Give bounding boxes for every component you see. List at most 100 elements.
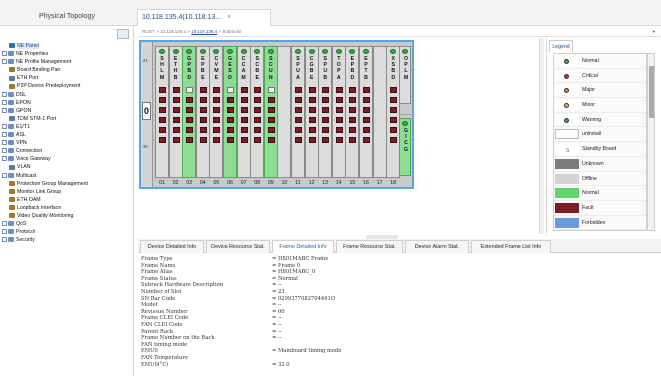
board-port[interactable] [267, 117, 275, 123]
tab-physical-topology[interactable]: Physical Topology [0, 8, 134, 26]
board-slot-08[interactable]: S C B E [250, 46, 265, 178]
close-icon[interactable]: × [227, 14, 231, 21]
breadcrumb-ip1[interactable]: 10.118.135.4 [160, 29, 186, 34]
board-slot-04[interactable]: E P B E [195, 46, 210, 178]
board-port[interactable] [186, 137, 194, 143]
expand-icon[interactable] [2, 51, 7, 57]
board-port[interactable] [335, 137, 343, 143]
board-port[interactable] [213, 137, 221, 143]
board-port[interactable] [363, 117, 370, 123]
board-port[interactable] [267, 127, 275, 133]
tree-item[interactable]: Security [0, 236, 133, 244]
tree-item[interactable]: VLAN [0, 163, 133, 171]
board-port[interactable] [390, 137, 398, 143]
board-port[interactable] [254, 137, 262, 143]
board-slot-13[interactable]: S P U B [318, 46, 333, 178]
expand-icon[interactable] [2, 124, 7, 130]
board-slot-01[interactable]: S H L M [155, 46, 169, 178]
board-slot-12[interactable]: C G B E [304, 46, 319, 178]
board-port[interactable] [227, 97, 234, 103]
frame-scrollbar[interactable] [539, 38, 544, 234]
board-port[interactable] [172, 127, 180, 133]
board-port[interactable] [172, 87, 180, 93]
board-port[interactable] [308, 137, 316, 143]
board-slot-02[interactable]: E T H B [168, 46, 183, 178]
board-port[interactable] [308, 97, 316, 103]
board-slot-20[interactable]: G I C G [399, 118, 411, 176]
expand-icon[interactable] [2, 59, 7, 65]
tree-item[interactable]: GPON [0, 107, 133, 115]
board-port[interactable] [349, 87, 357, 93]
board-port[interactable] [240, 107, 248, 113]
board-port[interactable] [267, 107, 275, 113]
board-port[interactable] [308, 117, 316, 123]
board-port[interactable] [335, 87, 343, 93]
detail-tab[interactable]: Extended Frame List Info [471, 240, 551, 253]
board-port[interactable] [363, 127, 370, 133]
tree-item[interactable]: E1/T1 [0, 123, 133, 131]
board-port[interactable] [199, 137, 207, 143]
tree-item[interactable]: NE Properties [0, 50, 133, 58]
board-port[interactable] [254, 127, 262, 133]
board-port[interactable] [295, 87, 302, 93]
board-port[interactable] [199, 87, 207, 93]
board-slot-11[interactable]: S P U A [291, 46, 305, 178]
board-port[interactable] [335, 97, 343, 103]
board-port[interactable] [159, 107, 166, 113]
expand-icon[interactable] [2, 229, 7, 235]
breadcrumb-root[interactable]: ROOT [142, 29, 155, 34]
detail-tab[interactable]: Frame Resource Stat. [336, 240, 403, 253]
board-port[interactable] [390, 107, 398, 113]
tree-item[interactable]: Board Binding Pair [0, 66, 133, 74]
chevron-down-icon[interactable]: ▾ [653, 26, 655, 37]
board-slot-16[interactable]: E P T B [359, 46, 373, 178]
board-port[interactable] [199, 107, 207, 113]
board-port[interactable] [213, 117, 221, 123]
expand-icon[interactable] [2, 172, 7, 178]
tree-item[interactable]: QoS [0, 220, 133, 228]
tree-item[interactable]: Protocol [0, 228, 133, 236]
board-port[interactable] [335, 117, 343, 123]
board-slot-03[interactable]: G P B D [182, 46, 197, 178]
board-port[interactable] [322, 127, 330, 133]
board-port[interactable] [213, 107, 221, 113]
board-slot-19[interactable]: O P L M [399, 46, 411, 104]
board-port[interactable] [308, 127, 316, 133]
detail-tab[interactable]: Device Detailed Info [140, 240, 204, 253]
board-port[interactable] [267, 87, 275, 93]
board-port[interactable] [308, 107, 316, 113]
tree-item[interactable]: P2P Device Predeployment [0, 82, 133, 90]
tree-item[interactable]: Protection Group Management [0, 180, 133, 188]
expand-icon[interactable] [2, 140, 7, 146]
expand-icon[interactable] [2, 156, 7, 162]
board-port[interactable] [227, 137, 234, 143]
board-port[interactable] [199, 117, 207, 123]
board-port[interactable] [240, 137, 248, 143]
board-port[interactable] [390, 87, 398, 93]
board-port[interactable] [363, 97, 370, 103]
tree-item[interactable]: Multicast [0, 172, 133, 180]
board-port[interactable] [240, 127, 248, 133]
board-port[interactable] [254, 87, 262, 93]
board-port[interactable] [335, 107, 343, 113]
board-slot-10[interactable] [277, 46, 292, 178]
board-port[interactable] [254, 117, 262, 123]
board-port[interactable] [390, 97, 398, 103]
detail-tab[interactable]: Device Resource Stat. [206, 240, 270, 253]
board-port[interactable] [172, 97, 180, 103]
board-port[interactable] [295, 107, 302, 113]
board-slot-06[interactable]: G E S D [223, 46, 237, 178]
tab-device[interactable]: 10.118.135.4(10.118.13... × [137, 9, 271, 26]
detail-tab[interactable]: Device Alarm Stat. [405, 240, 469, 253]
board-port[interactable] [159, 87, 166, 93]
board-port[interactable] [186, 107, 194, 113]
expand-icon[interactable] [2, 107, 7, 113]
board-port[interactable] [240, 87, 248, 93]
board-port[interactable] [335, 127, 343, 133]
board-port[interactable] [390, 117, 398, 123]
board-port[interactable] [295, 127, 302, 133]
tree-item[interactable]: Video Quality Monitoring [0, 212, 133, 220]
board-port[interactable] [349, 137, 357, 143]
board-port[interactable] [363, 137, 370, 143]
board-port[interactable] [295, 97, 302, 103]
